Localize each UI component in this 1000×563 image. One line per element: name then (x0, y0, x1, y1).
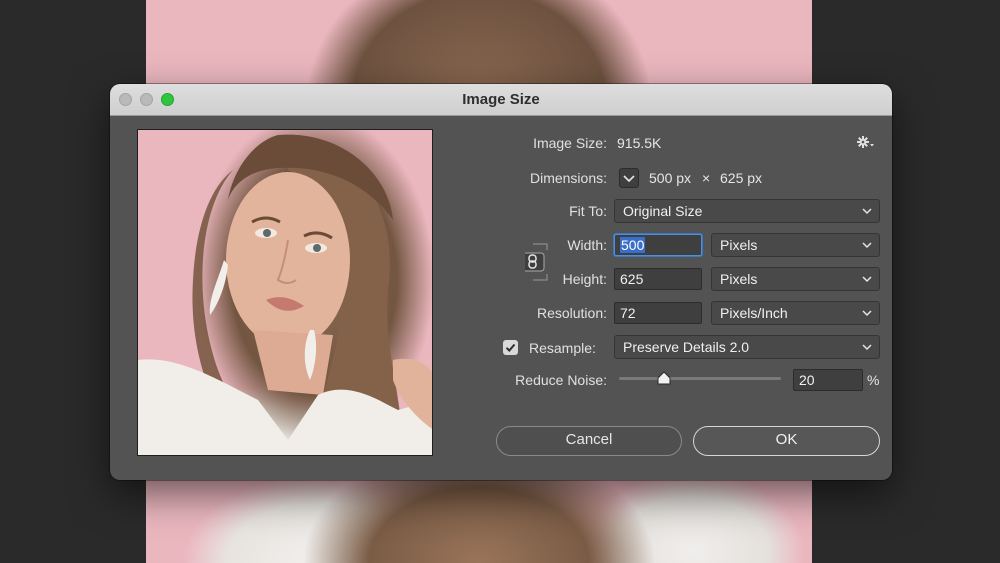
dimensions-label: Dimensions: (529, 170, 607, 186)
fit-to-label: Fit To: (569, 203, 607, 219)
resample-checkbox[interactable] (503, 340, 518, 355)
fit-to-select[interactable]: Original Size (614, 199, 880, 223)
gear-icon[interactable] (857, 135, 875, 149)
resolution-value: 72 (620, 305, 636, 321)
chevron-down-icon (862, 276, 872, 283)
dimensions-separator: × (702, 170, 711, 186)
reduce-noise-input[interactable]: 20 (793, 369, 863, 391)
image-size-dialog: Image Size Image Size: 915.5K Dimensions… (110, 84, 892, 480)
resample-method-value: Preserve Details 2.0 (623, 339, 750, 355)
chevron-down-icon (862, 208, 872, 215)
height-value: 625 (620, 271, 644, 287)
width-value: 500 (620, 237, 646, 253)
image-preview[interactable] (137, 129, 433, 456)
image-size-label: Image Size: (533, 135, 607, 151)
resolution-unit-select[interactable]: Pixels/Inch (711, 301, 880, 325)
width-unit-value: Pixels (720, 237, 758, 253)
width-label: Width: (567, 237, 607, 253)
height-unit-value: Pixels (720, 271, 758, 287)
checkmark-icon (505, 343, 516, 352)
dimensions-units-toggle[interactable] (619, 168, 639, 188)
reduce-noise-slider[interactable] (619, 377, 781, 380)
chevron-down-icon (623, 175, 635, 183)
reduce-noise-unit: % (867, 372, 880, 388)
resample-label: Resample: (529, 340, 596, 356)
dialog-title: Image Size (462, 91, 540, 108)
fit-to-value: Original Size (623, 203, 703, 219)
ok-button[interactable]: OK (693, 426, 880, 456)
reduce-noise-value: 20 (799, 372, 815, 388)
chevron-down-icon (862, 310, 872, 317)
resolution-input[interactable]: 72 (614, 302, 702, 324)
height-label: Height: (562, 271, 607, 287)
preview-photo-illustration (138, 134, 432, 455)
height-unit-select[interactable]: Pixels (711, 267, 880, 291)
resample-method-select[interactable]: Preserve Details 2.0 (614, 335, 880, 359)
cancel-button[interactable]: Cancel (496, 426, 682, 456)
chevron-down-icon (862, 344, 872, 351)
reduce-noise-slider-thumb[interactable] (657, 371, 671, 385)
chevron-down-icon (862, 242, 872, 249)
dimensions-height-value: 625 px (720, 170, 763, 186)
reduce-noise-label: Reduce Noise: (515, 372, 607, 388)
width-input[interactable]: 500 (614, 234, 702, 256)
width-unit-select[interactable]: Pixels (711, 233, 880, 257)
resolution-label: Resolution: (536, 305, 607, 321)
resolution-unit-value: Pixels/Inch (720, 305, 788, 321)
dimensions-width-value: 500 px (649, 170, 692, 186)
title-bar: Image Size (110, 84, 892, 116)
image-size-value: 915.5K (617, 135, 662, 151)
height-input[interactable]: 625 (614, 268, 702, 290)
